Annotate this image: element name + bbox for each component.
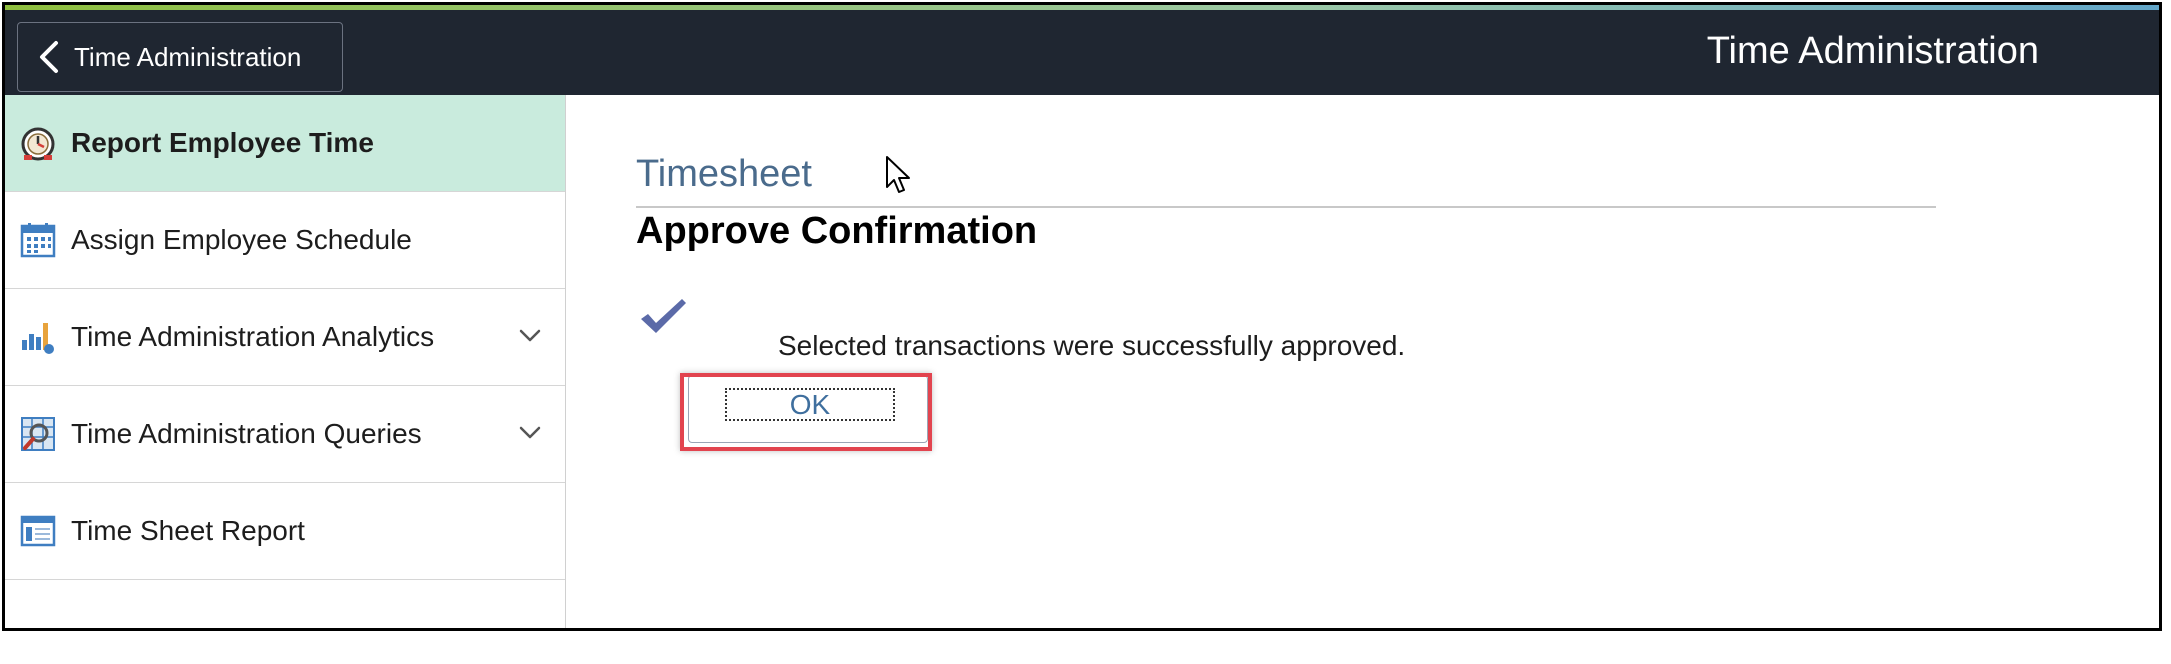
chevron-left-icon [40,41,58,73]
sidebar-item-report-employee-time[interactable]: Report Employee Time [5,95,565,192]
sidebar-item-label: Time Administration Analytics [71,321,435,352]
sidebar-item-label: Assign Employee Schedule [71,224,412,255]
chevron-down-icon[interactable] [517,420,543,446]
confirmation-message: Selected transactions were successfully … [778,330,1406,361]
query-icon [21,417,55,451]
divider [636,206,1936,208]
section-title: Timesheet [636,153,812,195]
highlight-box [680,373,932,451]
sidebar-item-time-sheet-report[interactable]: Time Sheet Report [5,483,565,580]
sidebar-item-time-administration-analytics[interactable]: Time Administration Analytics [5,289,565,386]
back-button[interactable]: Time Administration [17,22,343,92]
top-header: Time Administration Time Administration [5,10,2159,95]
sidebar-item-assign-employee-schedule[interactable]: Assign Employee Schedule [5,192,565,289]
clock-icon [21,127,55,161]
sidebar: Report Employee Time Assign Employee Sch… [5,95,566,628]
checkmark-icon [641,299,686,333]
report-icon [20,515,56,547]
confirmation-heading: Approve Confirmation [636,210,1038,252]
back-button-label: Time Administration [74,41,302,72]
app-window: Time Administration Time Administration … [2,2,2162,631]
sidebar-item-label: Report Employee Time [71,127,374,158]
page-title: Time Administration [1706,30,2039,72]
chevron-down-icon[interactable] [517,323,543,349]
calendar-icon [20,223,56,258]
bar-chart-icon [22,323,54,354]
mouse-pointer-icon [886,156,910,193]
sidebar-item-label: Time Administration Queries [71,418,422,449]
main-content: Timesheet Approve Confirmation Selected … [566,95,2159,628]
sidebar-item-time-administration-queries[interactable]: Time Administration Queries [5,386,565,483]
sidebar-item-label: Time Sheet Report [71,515,305,546]
